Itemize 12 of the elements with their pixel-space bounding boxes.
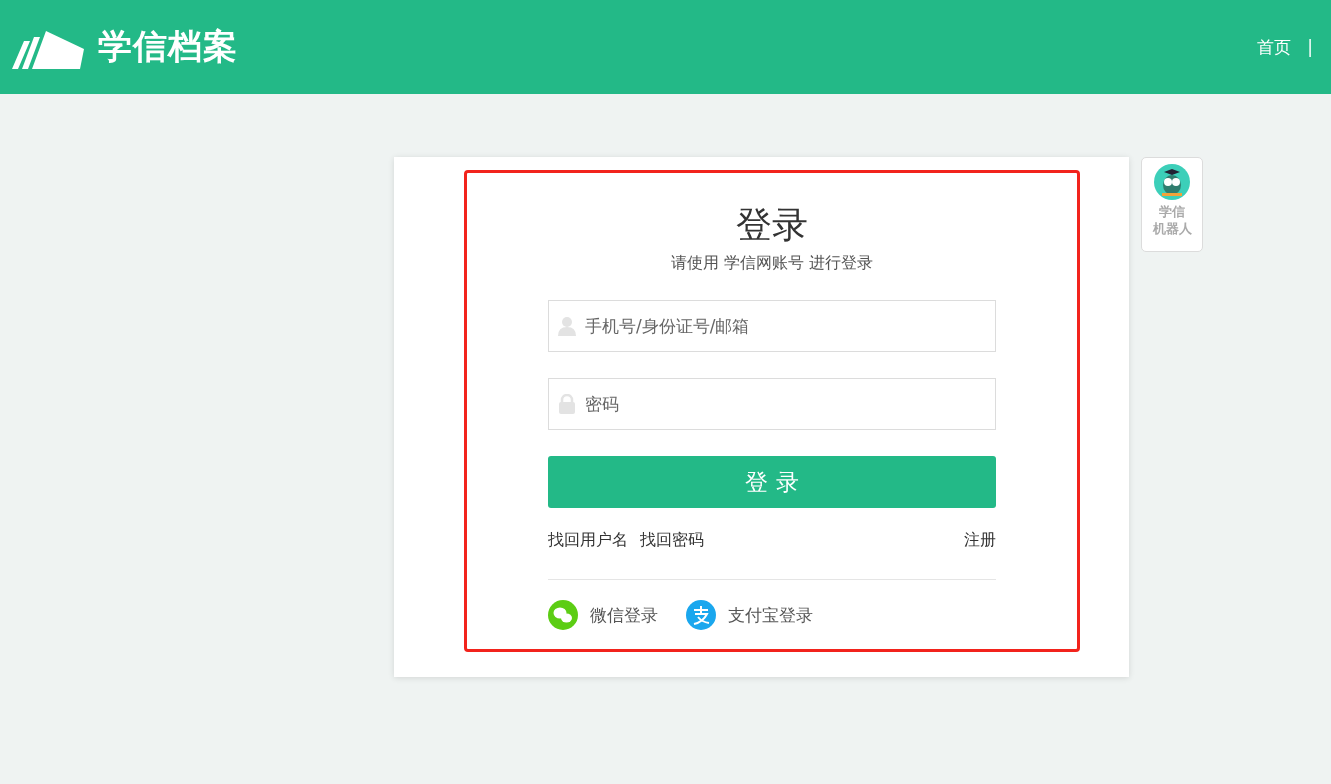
password-field[interactable]: 密码: [548, 378, 996, 430]
owl-mascot-icon: [1153, 163, 1191, 201]
account-field[interactable]: 手机号/身份证号/邮箱: [548, 300, 996, 352]
login-title: 登录: [736, 203, 808, 247]
nav-separator: |: [1307, 37, 1313, 57]
recover-link[interactable]: 找回密码: [640, 530, 704, 551]
register-link[interactable]: 注册: [964, 530, 996, 551]
brand-name: 学信档案: [98, 25, 238, 68]
login-subtitle: 请使用 学信网账号 进行登录: [670, 253, 874, 274]
recover-link[interactable]: 找回用户名: [548, 530, 628, 551]
alipay-login-link[interactable]: 支付宝登录: [686, 600, 813, 630]
wechat-login-link[interactable]: 微信登录: [548, 600, 658, 630]
